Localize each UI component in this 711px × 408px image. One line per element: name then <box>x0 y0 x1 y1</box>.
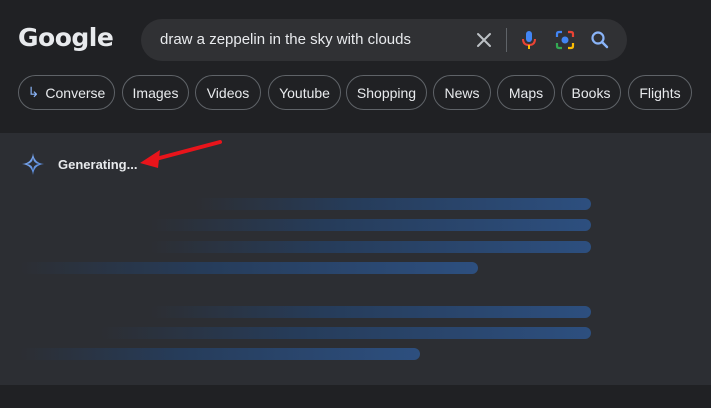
chip-label: Books <box>571 84 611 101</box>
reply-arrow-icon: ↳ <box>27 84 40 100</box>
chip-label: Shopping <box>356 84 417 101</box>
annotation-arrow-icon <box>138 138 222 172</box>
search-icon[interactable] <box>590 30 610 50</box>
chip-label: Maps <box>508 84 544 101</box>
loading-bar <box>195 198 591 210</box>
chip-images[interactable]: Images <box>122 75 189 110</box>
gemini-spark-icon <box>21 152 45 176</box>
close-icon[interactable] <box>474 30 494 50</box>
chip-videos[interactable]: Videos <box>195 75 261 110</box>
loading-bar <box>20 262 478 274</box>
search-input[interactable]: draw a zeppelin in the sky with clouds <box>160 31 411 48</box>
chip-converse[interactable]: ↳ Converse <box>18 75 115 110</box>
mic-icon[interactable] <box>519 30 539 50</box>
loading-bar <box>150 241 591 253</box>
loading-bar <box>150 306 591 318</box>
loading-bar <box>150 219 591 231</box>
chip-shopping[interactable]: Shopping <box>346 75 427 110</box>
chip-flights[interactable]: Flights <box>628 75 692 110</box>
chip-label: News <box>444 84 480 101</box>
chip-label: Flights <box>639 84 681 101</box>
chip-news[interactable]: News <box>433 75 491 110</box>
chip-maps[interactable]: Maps <box>497 75 555 110</box>
chip-youtube[interactable]: Youtube <box>268 75 341 110</box>
chip-label: Youtube <box>279 84 330 101</box>
search-filter-chips: ↳ Converse Images Videos Youtube Shoppin… <box>18 75 708 110</box>
chip-label: Videos <box>206 84 250 101</box>
loading-bar <box>20 348 420 360</box>
ai-overview-panel: Generating... <box>0 133 711 385</box>
chip-label: Converse <box>45 84 106 101</box>
chip-label: Images <box>132 84 179 101</box>
loading-bar <box>100 327 591 339</box>
lens-icon[interactable] <box>555 30 575 50</box>
search-divider <box>506 28 507 52</box>
search-bar[interactable]: draw a zeppelin in the sky with clouds <box>141 19 627 61</box>
generating-status: Generating... <box>58 157 138 172</box>
google-logo[interactable]: Google <box>18 23 114 52</box>
chip-books[interactable]: Books <box>561 75 621 110</box>
